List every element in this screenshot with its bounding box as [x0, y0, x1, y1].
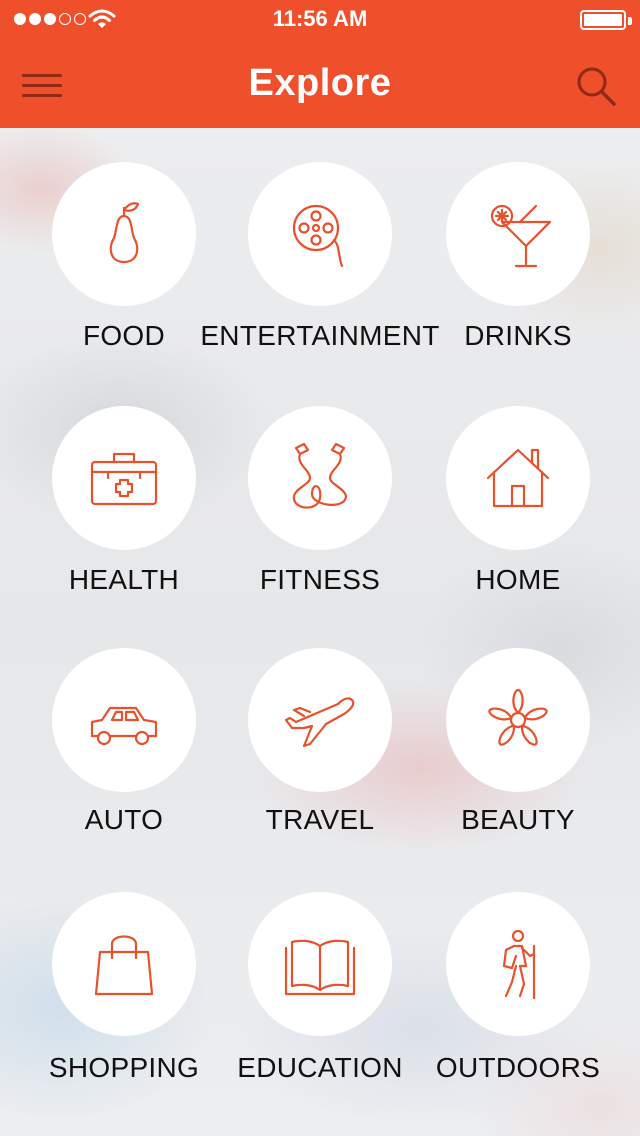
status-time: 11:56 AM — [272, 6, 368, 31]
jump-rope-icon — [292, 442, 348, 509]
category-drinks-circle — [446, 162, 590, 306]
category-health[interactable]: HEALTH — [24, 406, 224, 646]
category-entertainment-circle — [248, 162, 392, 306]
category-home-circle — [446, 406, 590, 550]
category-auto[interactable]: AUTO — [24, 648, 224, 888]
page-title: Explore — [248, 62, 392, 104]
category-beauty-circle — [446, 648, 590, 792]
category-shopping[interactable]: SHOPPING — [24, 892, 224, 1132]
category-education-circle — [248, 892, 392, 1036]
film-reel-icon — [292, 204, 344, 268]
car-icon — [90, 706, 158, 746]
category-label: OUTDOORS — [435, 1052, 601, 1083]
hiker-icon — [502, 929, 536, 1000]
category-travel[interactable]: TRAVEL — [220, 648, 420, 888]
airplane-icon — [284, 697, 355, 748]
category-food[interactable]: FOOD — [24, 162, 224, 402]
search-button[interactable] — [574, 64, 618, 108]
house-icon — [486, 448, 550, 508]
category-label: BEAUTY — [461, 804, 575, 835]
status-bar: 11:56 AM — [0, 0, 640, 40]
category-label: HOME — [475, 564, 561, 595]
battery-icon — [580, 10, 632, 30]
category-drinks[interactable]: DRINKS — [418, 162, 618, 402]
category-auto-circle — [52, 648, 196, 792]
category-fitness-circle — [248, 406, 392, 550]
cocktail-icon — [490, 204, 552, 268]
category-travel-circle — [248, 648, 392, 792]
category-education[interactable]: EDUCATION — [220, 892, 420, 1132]
category-entertainment[interactable]: ENTERTAINMENT — [200, 162, 439, 402]
category-food-circle — [52, 162, 196, 306]
category-outdoors[interactable]: OUTDOORS — [418, 892, 618, 1132]
open-book-icon — [284, 939, 356, 996]
search-icon — [577, 67, 616, 106]
category-label: DRINKS — [464, 320, 572, 351]
flower-icon — [488, 688, 548, 746]
nav-bar: Explore — [0, 40, 640, 128]
first-aid-kit-icon — [90, 452, 158, 506]
category-fitness[interactable]: FITNESS — [220, 406, 420, 646]
category-health-circle — [52, 406, 196, 550]
category-outdoors-circle — [446, 892, 590, 1036]
pear-icon — [109, 202, 140, 264]
category-shopping-circle — [52, 892, 196, 1036]
category-beauty[interactable]: BEAUTY — [418, 648, 618, 888]
category-home[interactable]: HOME — [418, 406, 618, 646]
shopping-bag-icon — [94, 935, 154, 996]
